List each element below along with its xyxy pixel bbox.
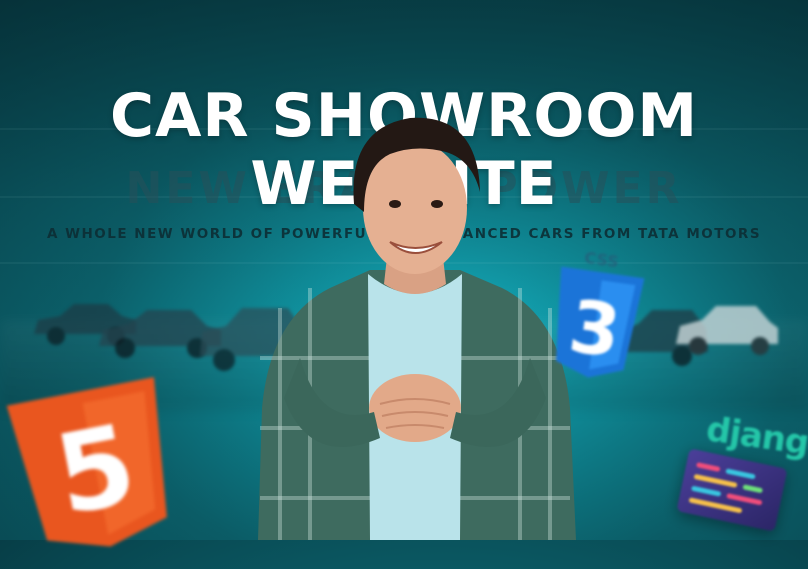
presenter-figure: [240, 108, 590, 540]
background-car: [672, 300, 782, 360]
code-line: [742, 484, 764, 494]
code-line: [725, 468, 756, 480]
code-line: [695, 462, 721, 473]
html5-logo-icon: 5: [0, 365, 195, 568]
code-line: [726, 493, 763, 506]
code-line: [691, 485, 722, 497]
css3-logo-icon: CSS 3: [539, 244, 654, 398]
code-line: [693, 473, 738, 488]
